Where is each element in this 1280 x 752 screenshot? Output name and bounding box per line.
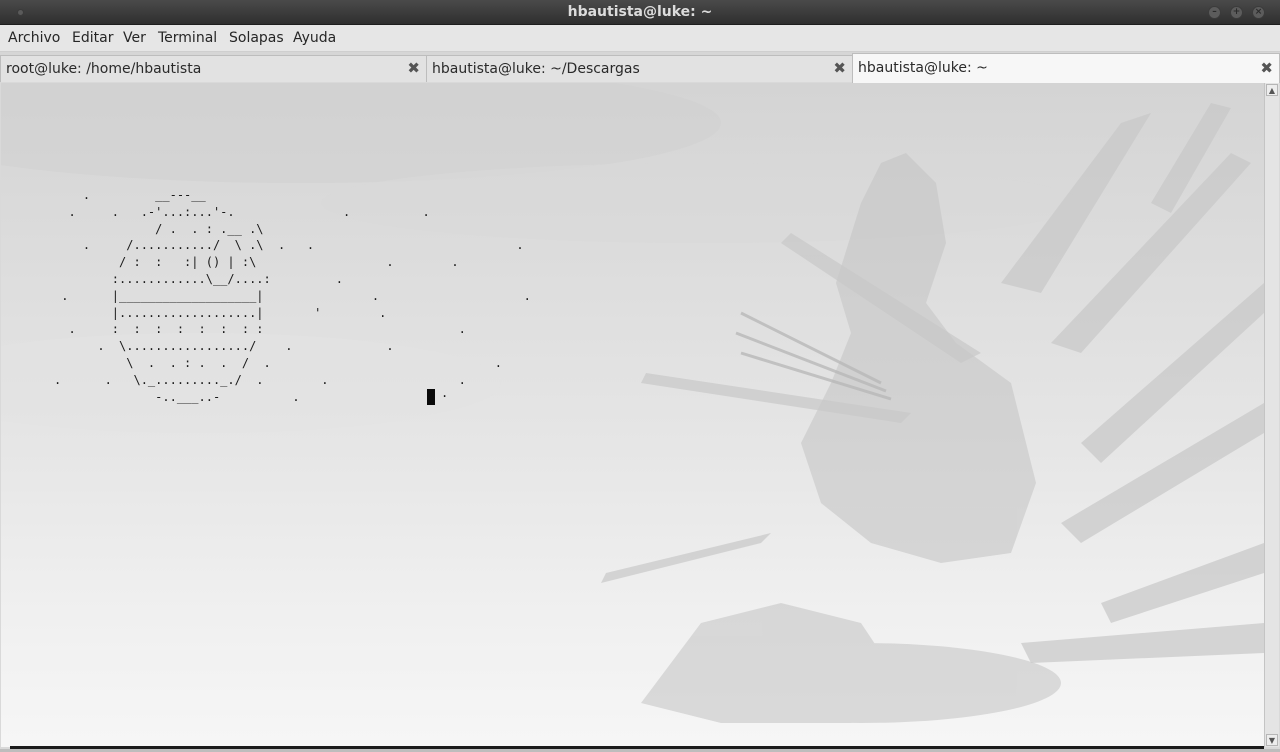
tab-descargas[interactable]: hbautista@luke: ~/Descargas ✖ bbox=[426, 55, 853, 82]
minimize-icon[interactable]: – bbox=[1208, 6, 1221, 19]
ascii-art-output: . __---__ . . .-'...:...'-. . . / . . : … bbox=[54, 188, 531, 404]
cursor-trail: . bbox=[441, 386, 449, 400]
window-title: hbautista@luke: ~ bbox=[567, 4, 713, 20]
menubar: Archivo Editar Ver Terminal Solapas Ayud… bbox=[0, 25, 1280, 52]
terminal-output[interactable]: . __---__ . . .-'...:...'-. . . / . . : … bbox=[1, 83, 1264, 747]
tab-bar: root@luke: /home/hbautista ✖ hbautista@l… bbox=[0, 52, 1280, 83]
menu-terminal[interactable]: Terminal bbox=[158, 30, 217, 46]
menu-solapas[interactable]: Solapas bbox=[229, 30, 284, 46]
terminal-scrollbar[interactable]: ▲ ▼ bbox=[1264, 83, 1279, 747]
tab-home-active[interactable]: hbautista@luke: ~ ✖ bbox=[852, 53, 1280, 83]
tab-label: hbautista@luke: ~ bbox=[858, 60, 988, 76]
menu-ayuda[interactable]: Ayuda bbox=[293, 30, 336, 46]
scroll-down-icon[interactable]: ▼ bbox=[1266, 734, 1278, 746]
tab-label: hbautista@luke: ~/Descargas bbox=[432, 61, 640, 77]
scroll-up-icon[interactable]: ▲ bbox=[1266, 84, 1278, 96]
menu-archivo[interactable]: Archivo bbox=[8, 30, 60, 46]
close-icon[interactable]: × bbox=[1252, 6, 1265, 19]
maximize-icon[interactable]: + bbox=[1230, 6, 1243, 19]
tab-label: root@luke: /home/hbautista bbox=[6, 61, 202, 77]
menu-editar[interactable]: Editar bbox=[72, 30, 113, 46]
tab-root-home[interactable]: root@luke: /home/hbautista ✖ bbox=[0, 55, 427, 82]
close-x-icon[interactable]: ✖ bbox=[833, 60, 846, 76]
background-wallpaper bbox=[1, 83, 1264, 723]
menu-ver[interactable]: Ver bbox=[123, 30, 146, 46]
window-titlebar: hbautista@luke: ~ – + × bbox=[0, 0, 1280, 25]
close-x-icon[interactable]: ✖ bbox=[1260, 60, 1273, 76]
close-x-icon[interactable]: ✖ bbox=[407, 60, 420, 76]
text-cursor bbox=[427, 389, 435, 405]
